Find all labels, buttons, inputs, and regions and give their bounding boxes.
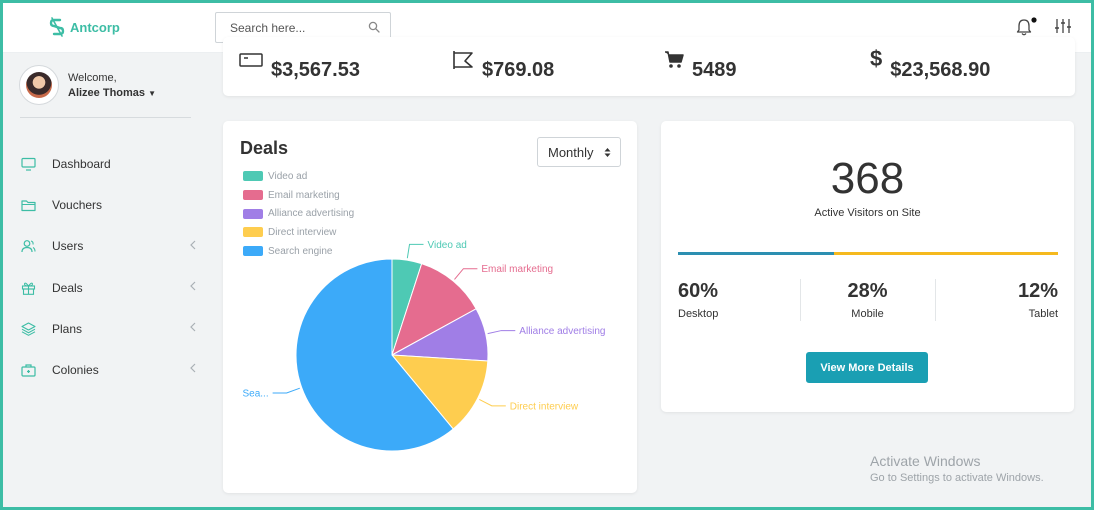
chevron-left-icon	[190, 322, 196, 332]
sidebar: Welcome, Alizee Thomas ▼ Dashboard Vouch…	[3, 53, 211, 507]
sidebar-item-users[interactable]: Users	[3, 226, 211, 267]
chevron-left-icon	[190, 240, 196, 250]
sidebar-nav: Dashboard Vouchers Users Deals Plans Col…	[3, 143, 211, 391]
sidebar-item-label: Vouchers	[52, 197, 103, 212]
sidebar-item-label: Colonies	[52, 363, 99, 378]
device-tablet: 12% Tablet	[1018, 280, 1058, 320]
flag-icon	[453, 51, 473, 69]
pie-label-line	[406, 243, 424, 259]
pie-label: Alliance advertising	[519, 326, 605, 337]
pie-label: Direct interview	[510, 401, 579, 412]
device-percent: 60%	[678, 280, 719, 302]
pie-label-line	[454, 268, 478, 280]
deals-pie-chart: Video ad Email marketing Alliance advertis…	[242, 240, 605, 452]
sidebar-item-dashboard[interactable]: Dashboard	[3, 143, 211, 184]
sidebar-item-plans[interactable]: Plans	[3, 308, 211, 349]
device-percent: 12%	[1017, 280, 1058, 302]
visitors-progress-bar	[678, 252, 1058, 255]
notification-dot	[1031, 17, 1037, 23]
pie-label-line	[272, 387, 300, 394]
divider	[935, 279, 936, 321]
bell-icon[interactable]	[1016, 17, 1038, 37]
brand-name: Antcorp	[70, 19, 120, 35]
progress-segment	[678, 252, 834, 255]
stat-orders: 5489	[664, 37, 737, 82]
user-name-dropdown[interactable]: Alizee Thomas ▼	[68, 87, 156, 99]
active-visitors-label: Active Visitors on Site	[814, 207, 921, 219]
sidebar-item-colonies[interactable]: Colonies	[3, 349, 211, 390]
layers-icon	[21, 322, 36, 336]
stat-flag: $769.08	[452, 37, 554, 82]
device-mobile: 28% Mobile	[800, 280, 935, 320]
stat-revenue: $ $23,568.90	[870, 37, 990, 82]
stats-card: $3,567.53 $769.08 5489 $ $23,568.90	[223, 37, 1075, 96]
stat-balance: $3,567.53	[239, 37, 360, 82]
view-more-details-button[interactable]: View More Details	[806, 352, 928, 383]
sidebar-divider	[20, 117, 191, 118]
device-desktop: 60% Desktop	[678, 280, 718, 320]
caret-down-icon: ▼	[148, 88, 157, 98]
pie-label-line	[479, 399, 506, 407]
search-icon[interactable]	[368, 21, 380, 33]
stat-value: $769.08	[482, 59, 555, 81]
chevron-left-icon	[190, 364, 196, 373]
visitors-card: 368 Active Visitors on Site 60% Desktop …	[661, 121, 1074, 412]
chevron-left-icon	[190, 281, 196, 291]
dollar-icon: $	[870, 46, 883, 71]
s-logo-icon	[49, 17, 65, 37]
pie-label: Video ad	[428, 240, 467, 251]
stat-value: $23,568.90	[890, 59, 991, 81]
briefcase-icon	[21, 364, 36, 377]
sidebar-item-label: Users	[52, 239, 84, 254]
cart-icon	[665, 51, 684, 68]
activate-windows-subtitle: Go to Settings to activate Windows.	[870, 472, 1044, 484]
progress-segment	[833, 252, 1058, 255]
sidebar-item-vouchers[interactable]: Vouchers	[3, 184, 211, 225]
activate-windows-title: Activate Windows	[870, 453, 981, 469]
active-visitors-count: 368	[830, 154, 905, 203]
avatar[interactable]	[19, 65, 59, 105]
pie-label: Email marketing	[481, 264, 553, 275]
monitor-icon	[21, 157, 36, 171]
pie-label: Sea...	[242, 388, 268, 399]
device-name: Mobile	[851, 308, 884, 320]
users-icon	[21, 240, 36, 253]
sidebar-item-deals[interactable]: Deals	[3, 267, 211, 308]
sidebar-item-label: Plans	[52, 321, 83, 336]
sidebar-item-label: Deals	[52, 280, 83, 295]
stat-value: 5489	[692, 59, 737, 81]
welcome-text: Welcome,	[68, 71, 117, 84]
device-percent: 28%	[847, 280, 888, 302]
device-name: Desktop	[678, 308, 719, 320]
brand-logo[interactable]: Antcorp	[49, 17, 120, 37]
deals-card: Deals Monthly Video ad Email marketing A…	[223, 121, 637, 493]
sliders-icon[interactable]	[1054, 17, 1072, 35]
user-profile[interactable]: Welcome, Alizee Thomas ▼	[19, 65, 156, 105]
folder-icon	[21, 200, 36, 212]
stat-value: $3,567.53	[271, 59, 360, 81]
sidebar-item-label: Dashboard	[52, 156, 111, 171]
gift-icon	[21, 282, 36, 295]
wallet-icon	[239, 53, 263, 67]
user-name: Alizee Thomas	[68, 86, 146, 99]
device-name: Tablet	[1028, 308, 1058, 320]
pie-label-line	[487, 330, 516, 335]
